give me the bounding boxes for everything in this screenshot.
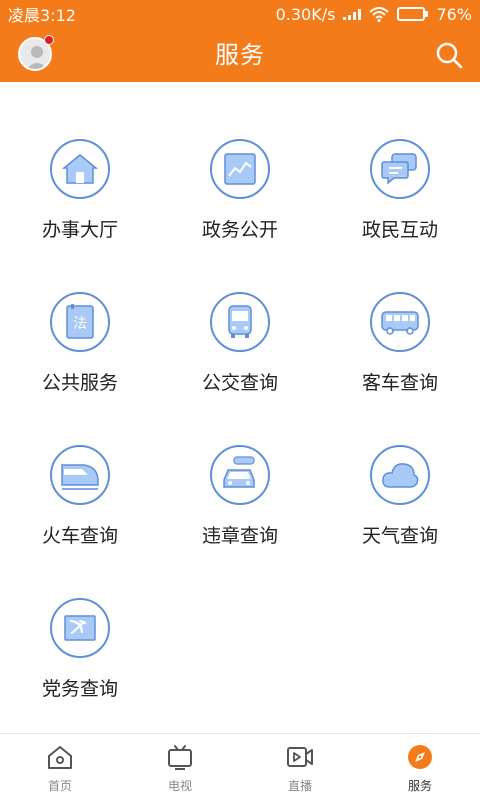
trend-chart-icon [210,139,270,199]
service-tile-interaction[interactable]: 政民互动 [320,82,480,241]
tab-service[interactable]: 服务 [360,734,480,800]
service-label: 党务查询 [41,678,118,700]
status-indicators: 0.30K/s 76% [276,5,472,24]
tab-label: 首页 [47,779,72,793]
compass-icon [408,745,432,769]
coach-bus-icon [370,292,430,352]
tab-tv[interactable]: 电视 [120,734,240,800]
bottom-tab-bar: 首页 电视 直播 服务 [0,733,480,800]
party-flag-icon [50,598,110,658]
wifi-icon [369,7,390,22]
service-label: 天气查询 [361,525,438,547]
service-tile-violation[interactable]: 违章查询 [160,388,320,547]
home-icon [48,746,72,769]
status-bar: 凌晨3:12 0.30K/s 76% [0,0,480,28]
network-speed: 0.30K/s [275,4,336,24]
page-title: 服务 [215,41,265,69]
service-tile-weather[interactable]: 天气查询 [320,388,480,547]
service-tile-train[interactable]: 火车查询 [0,388,160,547]
status-time: 凌晨3:12 [8,6,76,25]
service-tile-bus[interactable]: 公交查询 [160,235,320,394]
tab-live[interactable]: 直播 [240,734,360,800]
live-video-icon [287,747,313,767]
train-icon [50,445,110,505]
battery-icon [397,7,429,21]
service-tile-gov-open[interactable]: 政务公开 [160,82,320,241]
house-icon [50,139,110,199]
car-icon [210,445,270,505]
law-book-icon: 法 [50,292,110,352]
service-tile-public[interactable]: 法 公共服务 [0,235,160,394]
service-tile-coach[interactable]: 客车查询 [320,235,480,394]
tab-home[interactable]: 首页 [0,734,120,800]
service-label: 违章查询 [201,525,278,547]
battery-percent: 76% [436,4,472,24]
app-header: 服务 [0,28,480,82]
tab-label: 服务 [407,779,432,793]
service-tile-party[interactable]: 党务查询 [0,541,160,700]
tv-icon [168,745,192,770]
search-icon[interactable] [434,40,464,70]
cloud-icon [370,445,430,505]
bus-front-icon [210,292,270,352]
chat-bubbles-icon [370,139,430,199]
svg-text:法: 法 [73,316,87,332]
tab-label: 电视 [167,779,192,793]
tab-label: 直播 [287,779,312,793]
service-tile-hall[interactable]: 办事大厅 [0,82,160,241]
signal-icon [343,8,362,20]
